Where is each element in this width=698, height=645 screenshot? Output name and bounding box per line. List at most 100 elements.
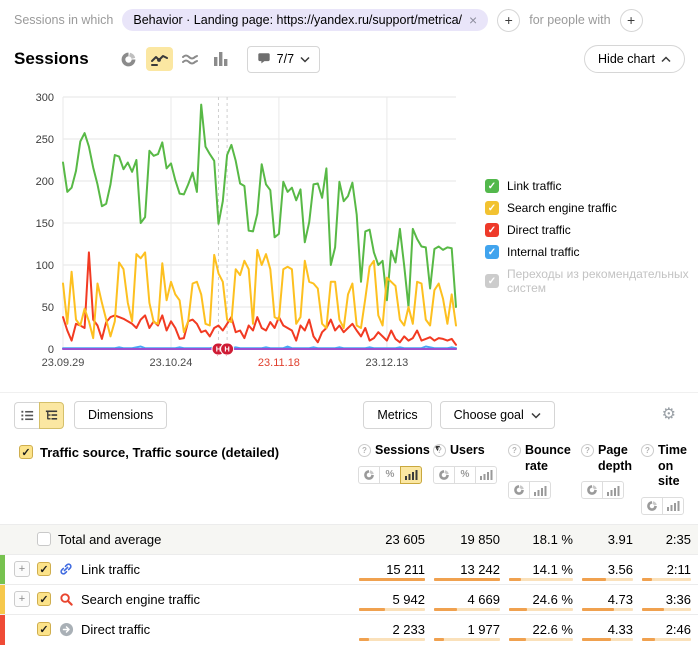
legend-checkbox[interactable]: ✓ (485, 201, 499, 215)
metric-bar (359, 638, 425, 641)
question-icon: ? (508, 444, 521, 457)
column-label: Sessions (375, 443, 427, 459)
report-table-section: Dimensions Metrics Choose goal ⚙ ✓ Traff… (0, 392, 698, 609)
chart-header: Sessions 7/7 Hide chart (14, 44, 685, 74)
legend-checkbox[interactable]: ✓ (485, 179, 499, 193)
pie-toggle-icon[interactable] (433, 466, 455, 484)
direct-icon (58, 621, 74, 637)
row-label: Total and average (58, 532, 161, 547)
y-axis-label: 50 (42, 302, 54, 314)
bars-toggle-icon[interactable] (475, 466, 497, 484)
metric-value: 4.33 (574, 615, 634, 644)
legend-item: ✓Переходы из рекомендательных систем (485, 267, 698, 295)
column-sort-label[interactable]: ? Page depth (581, 443, 634, 474)
x-axis-label: 23.10.24 (150, 357, 193, 369)
metric-bar (642, 608, 691, 611)
display-mode-toggle-group (641, 497, 683, 515)
plus-icon: + (627, 12, 635, 28)
gear-icon[interactable]: ⚙ (656, 406, 682, 424)
expand-row-button[interactable]: + (14, 591, 30, 607)
pie-toggle-icon[interactable] (358, 466, 380, 484)
legend-item[interactable]: ✓Direct traffic (485, 223, 698, 237)
column-header-sessions: ?Sessions▼% (351, 443, 426, 515)
segments-dropdown[interactable]: 7/7 (247, 46, 320, 73)
column-sort-label[interactable]: ?Time on site (641, 443, 692, 490)
row-checkbox[interactable]: ✓ (37, 622, 51, 636)
display-mode-toggle-group (581, 481, 623, 499)
bars-toggle-icon[interactable] (602, 481, 624, 499)
display-mode-toggle-group: % (358, 466, 421, 484)
percent-toggle-icon[interactable]: % (454, 466, 476, 484)
legend-item[interactable]: ✓Link traffic (485, 179, 698, 193)
metric-number: 19 850 (460, 532, 500, 547)
add-people-condition-button[interactable]: + (620, 9, 643, 32)
metric-value: 3.56 (574, 555, 634, 584)
metric-number: 2 233 (392, 622, 425, 637)
legend-checkbox[interactable]: ✓ (485, 223, 499, 237)
metric-value: 4 669 (426, 585, 501, 614)
column-label: Bounce rate (525, 443, 574, 474)
hide-chart-button[interactable]: Hide chart (584, 45, 685, 73)
stacked-chart-icon[interactable] (177, 47, 204, 71)
legend-item[interactable]: ✓Internal traffic (485, 245, 698, 259)
legend-item[interactable]: ✓ Search engine traffic (485, 201, 698, 215)
metric-value: 14.1 % (501, 555, 574, 584)
metric-number: 14.1 % (533, 562, 573, 577)
line-chart-icon[interactable] (146, 47, 173, 71)
close-icon[interactable]: × (469, 15, 477, 25)
metric-bar (642, 638, 691, 641)
pie-toggle-icon[interactable] (641, 497, 663, 515)
choose-goal-dropdown[interactable]: Choose goal (440, 401, 555, 429)
metric-number: 15 211 (386, 562, 425, 577)
display-mode-toggle-group (508, 481, 550, 499)
row-checkbox[interactable]: ✓ (37, 562, 51, 576)
filter-bar: Sessions in which Behavior · Landing pag… (14, 6, 692, 34)
column-header-bounce-rate: ? Bounce rate (501, 443, 574, 515)
filter-chip[interactable]: Behavior · Landing page: https://yandex.… (122, 9, 488, 31)
metric-value: 3:36 (634, 585, 692, 614)
dimensions-button[interactable]: Dimensions (74, 401, 167, 429)
column-header-users: ?Users% (426, 443, 501, 515)
metrics-button[interactable]: Metrics (363, 401, 431, 429)
row-checkbox[interactable] (37, 532, 51, 546)
pie-toggle-icon[interactable] (581, 481, 603, 499)
column-label: Page depth (598, 443, 634, 474)
table-row: +✓Link traffic15 21113 24214.1 %3.562:11 (0, 554, 698, 584)
metric-number: 2:46 (666, 622, 691, 637)
pie-chart-icon[interactable] (115, 47, 142, 71)
columns-chart-icon[interactable] (208, 47, 235, 71)
sessions-chart: 05010015020025030023.09.2923.10.2423.11.… (0, 85, 470, 377)
bars-toggle-icon[interactable] (400, 466, 422, 484)
tree-view-icon[interactable] (39, 402, 64, 429)
legend-checkbox: ✓ (485, 274, 499, 288)
add-session-condition-button[interactable]: + (497, 9, 520, 32)
row-label[interactable]: Search engine traffic (81, 592, 200, 607)
metric-bar (642, 578, 691, 581)
table-body: Total and average23 60519 85018.1 %3.912… (0, 524, 698, 644)
column-label: Users (450, 443, 485, 459)
y-axis-label: 300 (36, 92, 54, 104)
row-checkbox[interactable]: ✓ (37, 592, 51, 606)
bars-toggle-icon[interactable] (662, 497, 684, 515)
list-view-icon[interactable] (14, 402, 39, 429)
column-sort-label[interactable]: ?Users (433, 443, 485, 459)
bars-toggle-icon[interactable] (529, 481, 551, 499)
row-label[interactable]: Link traffic (81, 562, 140, 577)
column-sort-label[interactable]: ? Bounce rate (508, 443, 574, 474)
pie-toggle-icon[interactable] (508, 481, 530, 499)
question-icon: ? (581, 444, 594, 457)
row-label[interactable]: Direct traffic (81, 622, 150, 637)
expand-row-button[interactable]: + (14, 561, 30, 577)
metric-bar (509, 638, 573, 641)
metric-number: 2:35 (666, 532, 691, 547)
dimension-checkbox[interactable]: ✓ (19, 445, 33, 459)
table-row: +✓Search engine traffic5 9424 66924.6 %4… (0, 584, 698, 614)
metric-bar (509, 608, 573, 611)
row-color-strip (0, 615, 5, 645)
metric-number: 24.6 % (533, 592, 573, 607)
legend-checkbox[interactable]: ✓ (485, 245, 499, 259)
percent-toggle-icon[interactable]: % (379, 466, 401, 484)
legend-label: Search engine traffic (507, 201, 617, 215)
hide-chart-label: Hide chart (598, 52, 655, 66)
metric-bar (359, 608, 425, 611)
